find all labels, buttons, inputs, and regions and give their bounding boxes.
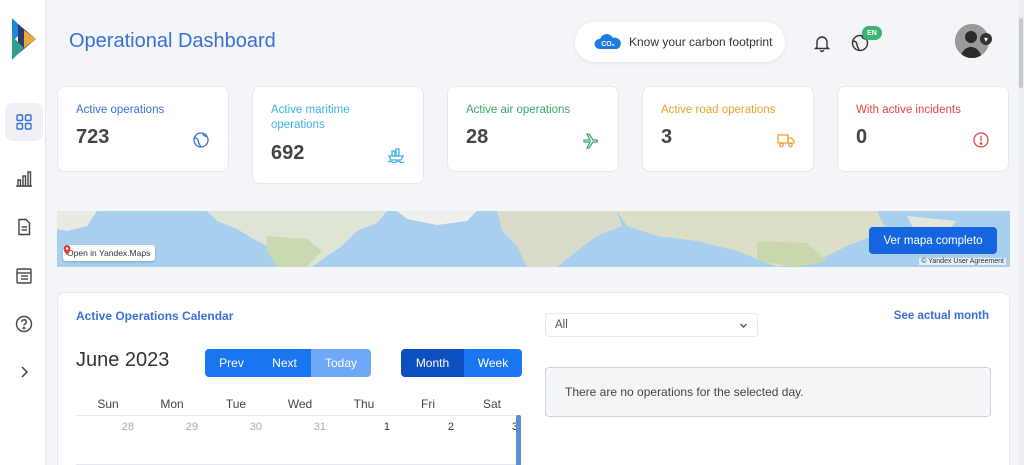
globe-icon	[193, 132, 209, 148]
calendar-today-button[interactable]: Today	[311, 349, 371, 377]
help-circle-icon	[15, 315, 33, 333]
bell-icon[interactable]	[812, 33, 832, 53]
sidebar	[0, 0, 46, 465]
page-title: Operational Dashboard	[69, 30, 276, 52]
stat-label: Active maritime operations	[271, 104, 350, 131]
map-copyright[interactable]: © Yandex User Agreement	[919, 258, 1006, 265]
sidebar-item-list[interactable]	[5, 257, 43, 295]
weekday-header: Mon	[160, 397, 184, 411]
calendar-panel: Active Operations Calendar June 2023 Pre…	[57, 292, 1010, 465]
stat-value: 723	[76, 126, 110, 148]
carbon-footprint-label: Know your carbon footprint	[629, 35, 773, 49]
stat-value: 3	[661, 126, 673, 148]
stat-card-maritime[interactable]: Active maritime operations 692	[252, 86, 424, 184]
full-map-button[interactable]: Ver mapa completo	[869, 227, 997, 254]
document-icon	[18, 218, 31, 236]
open-yandex-maps-label: Open in Yandex.Maps	[67, 248, 151, 258]
weekday-header: Sun	[97, 397, 119, 411]
stat-card-air[interactable]: Active air operations 28	[447, 86, 619, 172]
weekday-header: Sat	[482, 397, 501, 411]
sidebar-item-dashboard[interactable]	[5, 103, 43, 141]
stat-label: Active operations	[76, 104, 165, 116]
stat-card-incidents[interactable]: With active incidents 0	[837, 86, 1009, 172]
stat-card-active-operations[interactable]: Active operations 723	[57, 86, 229, 172]
stat-label: With active incidents	[856, 104, 961, 116]
weekday-header: Fri	[421, 397, 435, 411]
sidebar-item-documents[interactable]	[5, 208, 43, 246]
sidebar-item-help[interactable]	[5, 305, 43, 343]
page-scrollbar[interactable]	[1018, 0, 1024, 465]
calendar-prev-button[interactable]: Prev	[205, 349, 258, 377]
calendar-day-cell[interactable]: 3	[460, 421, 524, 433]
calendar-day-cell[interactable]: 28	[76, 421, 140, 433]
calendar-day-cell[interactable]: 31	[268, 421, 332, 433]
stat-label: Active road operations	[661, 104, 776, 116]
bar-chart-icon	[16, 171, 32, 187]
calendar-scrollbar[interactable]	[516, 415, 521, 465]
calendar-next-button[interactable]: Next	[258, 349, 311, 377]
dashboard-grid-icon	[16, 114, 32, 130]
empty-operations-message: There are no operations for the selected…	[545, 367, 991, 417]
plane-icon	[583, 133, 599, 149]
sidebar-item-analytics[interactable]	[5, 160, 43, 198]
ship-icon	[387, 148, 405, 163]
sidebar-expand-button[interactable]	[5, 353, 43, 391]
weekday-header: Tue	[225, 397, 247, 411]
stat-value: 692	[271, 142, 305, 164]
language-badge[interactable]: EN	[862, 26, 882, 40]
weekday-header: Wed	[287, 397, 313, 411]
calendar-week-view-button[interactable]: Week	[464, 349, 522, 377]
map-pin-icon	[63, 245, 71, 255]
chevron-right-icon	[21, 366, 29, 378]
calendar-day-cell[interactable]: 30	[204, 421, 268, 433]
weekday-header: Thu	[353, 397, 375, 411]
calendar-divider	[76, 415, 518, 416]
alert-icon	[973, 132, 989, 148]
app-logo[interactable]	[10, 18, 38, 60]
stat-label: Active air operations	[466, 104, 571, 116]
filter-selected-value: All	[555, 319, 568, 331]
calendar-day-cell[interactable]: 1	[332, 421, 396, 433]
calendar-month-title: June 2023	[76, 349, 170, 371]
calendar-view-group: Month Week	[401, 349, 522, 377]
list-table-icon	[16, 268, 32, 284]
calendar-panel-title: Active Operations Calendar	[76, 309, 234, 323]
stat-card-road[interactable]: Active road operations 3	[642, 86, 814, 172]
chevron-down-icon[interactable]: ▾	[980, 33, 992, 45]
co2-label: CO₂	[601, 41, 615, 48]
open-yandex-maps-link[interactable]: Open in Yandex.Maps	[63, 245, 156, 261]
calendar-day-cell[interactable]: 2	[396, 421, 460, 433]
map-landmass	[57, 211, 1010, 267]
calendar-month-view-button[interactable]: Month	[401, 349, 464, 377]
carbon-footprint-button[interactable]: CO₂ Know your carbon footprint	[575, 22, 785, 62]
see-actual-month-link[interactable]: See actual month	[894, 310, 989, 322]
chevron-down-icon	[740, 323, 747, 328]
calendar-day-cell[interactable]: 29	[140, 421, 204, 433]
scrollbar-thumb[interactable]	[1019, 18, 1023, 88]
calendar-nav-group: Prev Next Today	[205, 349, 371, 377]
truck-icon	[777, 134, 795, 148]
stat-value: 0	[856, 126, 868, 148]
world-map[interactable]: Open in Yandex.Maps Ver mapa completo © …	[57, 211, 1010, 267]
operation-filter-select[interactable]: All	[545, 313, 758, 337]
stat-value: 28	[466, 126, 489, 148]
co2-cloud-icon: CO₂	[594, 34, 621, 49]
